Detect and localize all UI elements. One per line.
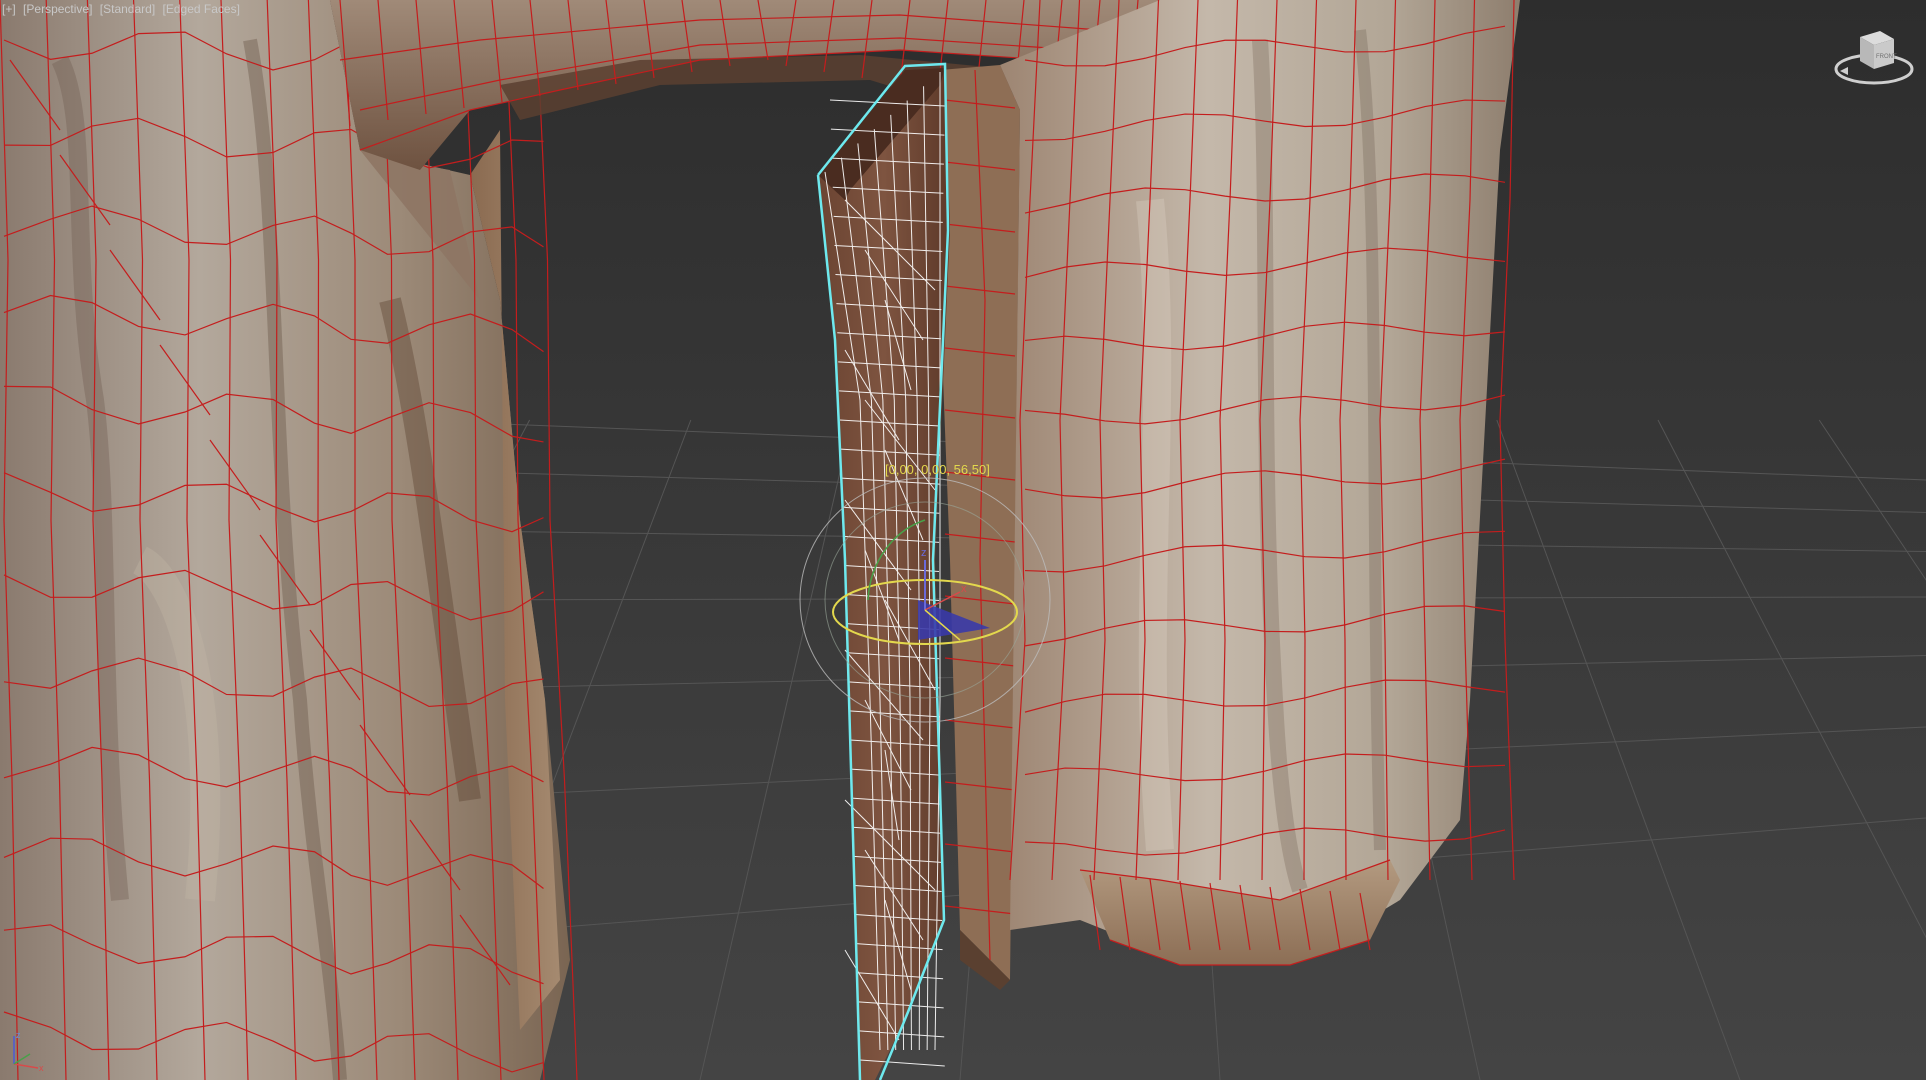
viewport-view-menu[interactable]: [Perspective] <box>23 2 92 16</box>
tripod-x-label: x <box>39 1063 44 1072</box>
viewcube-icon[interactable]: FRONT <box>1830 25 1918 91</box>
scene-canvas[interactable]: x z <box>0 0 1926 1080</box>
tripod-z-label: z <box>16 1030 21 1040</box>
gizmo-coordinate-readout: [0,00, 0,00, 56,50] <box>885 462 990 477</box>
viewport-mode-menu[interactable]: [Edged Faces] <box>163 2 240 16</box>
left-wall-mesh[interactable] <box>0 0 578 1080</box>
gizmo-x-label: x <box>961 583 967 595</box>
viewport-shading-menu[interactable]: [Standard] <box>100 2 155 16</box>
viewcube-face-label: FRONT <box>1876 54 1897 60</box>
right-wall-mesh[interactable] <box>1000 0 1520 966</box>
viewport-label-menu: [+] [Perspective] [Standard] [Edged Face… <box>2 2 240 16</box>
viewport-perspective[interactable]: [+] [Perspective] [Standard] [Edged Face… <box>0 0 1926 1080</box>
gizmo-z-label: z <box>921 547 927 559</box>
axis-tripod-icon: z x <box>13 1030 44 1072</box>
viewport-plus-menu[interactable]: [+] <box>2 2 16 16</box>
